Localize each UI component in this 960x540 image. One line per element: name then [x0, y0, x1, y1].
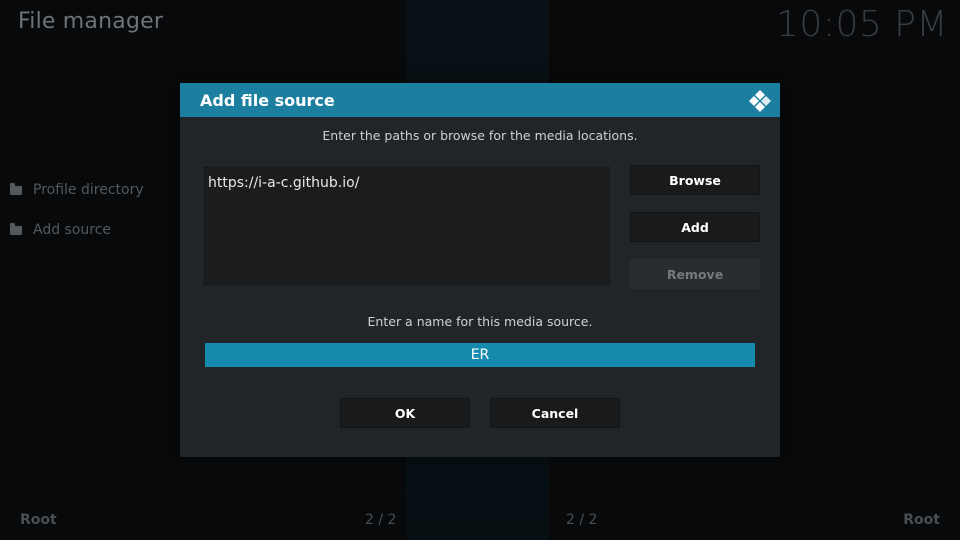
dialog-title: Add file source	[200, 90, 335, 110]
sidebar-item-profile-directory[interactable]: Profile directory	[10, 170, 144, 210]
path-item[interactable]: https://i-a-c.github.io/	[208, 175, 359, 191]
ok-button[interactable]: OK	[340, 398, 470, 428]
sidebar-item-label: Add source	[33, 222, 112, 238]
footer-root-left: Root	[20, 512, 57, 528]
add-file-source-dialog: Add file source Enter the paths or brows…	[180, 83, 780, 457]
folder-icon	[10, 182, 22, 195]
name-prompt: Enter a name for this media source.	[367, 314, 593, 329]
source-name-input[interactable]: ER	[205, 343, 755, 367]
sidebar-item-label: Profile directory	[33, 182, 144, 198]
footer-page-left: 2 / 2	[365, 512, 397, 528]
cancel-button[interactable]: Cancel	[490, 398, 620, 428]
app-title: File manager	[18, 9, 164, 34]
dialog-header: Add file source	[180, 83, 780, 117]
kodi-logo-icon	[749, 90, 771, 112]
clock: 10:05 PM	[776, 4, 948, 45]
remove-button[interactable]: Remove	[630, 259, 760, 289]
paths-list[interactable]: https://i-a-c.github.io/	[202, 165, 612, 287]
browse-button[interactable]: Browse	[630, 165, 760, 195]
footer-root-right: Root	[903, 512, 940, 528]
sidebar-list: Profile directory Add source	[10, 170, 144, 250]
footer-page-right: 2 / 2	[566, 512, 598, 528]
paths-prompt: Enter the paths or browse for the media …	[322, 128, 638, 143]
add-button[interactable]: Add	[630, 212, 760, 242]
sidebar-item-add-source[interactable]: Add source	[10, 210, 144, 250]
folder-icon	[10, 222, 22, 235]
